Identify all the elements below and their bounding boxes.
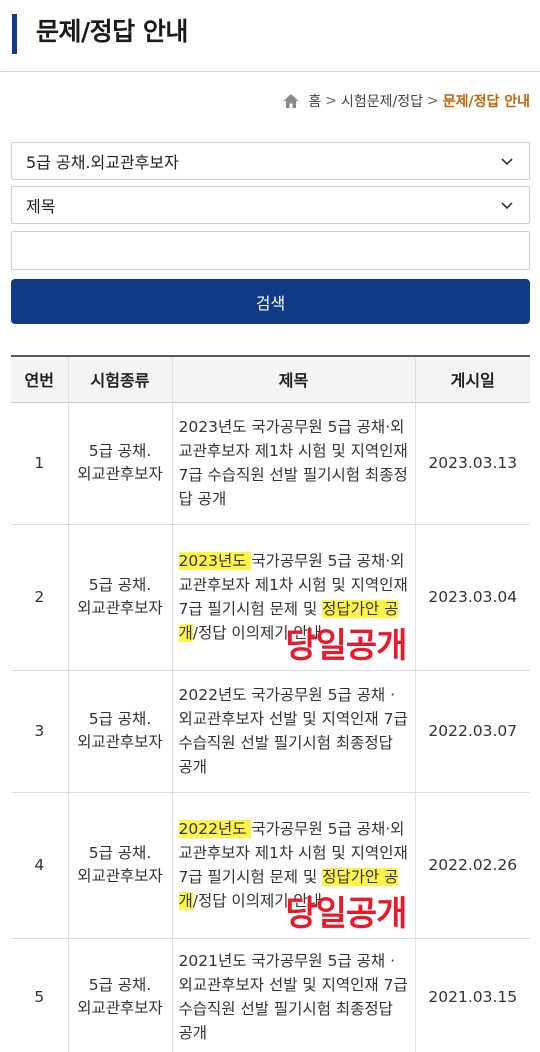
post-title-link[interactable]: 2023년도 국가공무원 5급 공채·외교관후보자 제1차 시험 및 지역인재 …: [171, 524, 415, 671]
row-number: 2: [11, 524, 68, 671]
table-row[interactable]: 5 5급 공채. 외교관후보자 2021년도 국가공무원 5급 공채 · 외교관후…: [11, 938, 530, 1052]
post-title-link[interactable]: 2023년도 국가공무원 5급 공채·외교관후보자 제1차 시험 및 지역인재 …: [171, 402, 415, 525]
same-day-release-annotation: 당일공개: [285, 893, 407, 934]
post-date: 2023.03.04: [414, 524, 530, 671]
exam-type-line1: 5급 공채.: [88, 844, 152, 862]
exam-type-line1: 5급 공채.: [88, 442, 152, 460]
column-header-no: 연번: [11, 355, 68, 403]
breadcrumb: 홈 > 시험문제/정답 > 문제/정답 안내: [282, 88, 530, 114]
column-header-date: 게시일: [414, 355, 530, 403]
exam-type-select-value: 5급 공채.외교관후보자: [26, 153, 179, 172]
post-date: 2021.03.15: [414, 938, 530, 1052]
post-date: 2023.03.13: [414, 402, 530, 525]
table-row[interactable]: 2 5급 공채. 외교관후보자 2023년도 국가공무원 5급 공채·외교관후보자…: [11, 524, 530, 671]
chevron-down-icon: [501, 202, 513, 210]
breadcrumb-separator: >: [426, 93, 439, 109]
exam-type-line2: 외교관후보자: [77, 999, 163, 1017]
post-title-text: 2021년도 국가공무원 5급 공채 · 외교관후보자 선발 및 지역인재 7급…: [178, 952, 408, 1042]
exam-type-line1: 5급 공채.: [88, 576, 152, 594]
exam-type-line2: 외교관후보자: [77, 599, 163, 617]
same-day-release-annotation: 당일공개: [285, 625, 407, 666]
row-number: 1: [11, 402, 68, 525]
page-header: 문제/정답 안내: [0, 0, 540, 72]
table-row[interactable]: 3 5급 공채. 외교관후보자 2022년도 국가공무원 5급 공채 · 외교관후…: [11, 670, 530, 793]
exam-type-cell: 5급 공채. 외교관후보자: [67, 938, 172, 1052]
search-input[interactable]: [11, 231, 530, 270]
table-header-row: 연번 시험종류 제목 게시일: [11, 355, 530, 403]
highlighted-year: 2022년도: [178, 820, 252, 838]
search-field-select-value: 제목: [26, 197, 56, 216]
exam-type-cell: 5급 공채. 외교관후보자: [67, 402, 172, 525]
table-row[interactable]: 4 5급 공채. 외교관후보자 2022년도 국가공무원 5급 공채·외교관후보자…: [11, 792, 530, 939]
title-accent-bar: [12, 14, 17, 54]
highlighted-year: 2023년도: [178, 552, 252, 570]
exam-type-line2: 외교관후보자: [77, 733, 163, 751]
row-number: 5: [11, 938, 68, 1052]
breadcrumb-level1[interactable]: 시험문제/정답: [341, 91, 423, 111]
post-title-link[interactable]: 2021년도 국가공무원 5급 공채 · 외교관후보자 선발 및 지역인재 7급…: [171, 938, 415, 1052]
row-number: 3: [11, 670, 68, 793]
exam-type-cell: 5급 공채. 외교관후보자: [67, 792, 172, 939]
post-title-text: 2022년도 국가공무원 5급 공채 · 외교관후보자 선발 및 지역인재 7급…: [178, 686, 408, 776]
table-row[interactable]: 1 5급 공채. 외교관후보자 2023년도 국가공무원 5급 공채·외교관후보자…: [11, 402, 530, 525]
breadcrumb-current: 문제/정답 안내: [442, 94, 530, 110]
post-title-text: 2023년도 국가공무원 5급 공채·외교관후보자 제1차 시험 및 지역인재 …: [178, 418, 408, 508]
breadcrumb-separator: >: [325, 93, 337, 109]
chevron-down-icon: [501, 158, 513, 166]
search-field-select[interactable]: 제목: [11, 186, 530, 224]
post-date: 2022.03.07: [414, 670, 530, 793]
post-title-link[interactable]: 2022년도 국가공무원 5급 공채 · 외교관후보자 선발 및 지역인재 7급…: [171, 670, 415, 793]
home-icon[interactable]: [282, 92, 300, 110]
exam-type-cell: 5급 공채. 외교관후보자: [67, 524, 172, 671]
row-number: 4: [11, 792, 68, 939]
results-table: 연번 시험종류 제목 게시일 1 5급 공채. 외교관후보자 2023년도 국가공…: [11, 355, 530, 1052]
breadcrumb-home[interactable]: 홈: [308, 91, 321, 111]
exam-type-line2: 외교관후보자: [77, 465, 163, 483]
column-header-type: 시험종류: [67, 355, 172, 403]
exam-type-line1: 5급 공채.: [88, 710, 152, 728]
exam-type-cell: 5급 공채. 외교관후보자: [67, 670, 172, 793]
post-date: 2022.02.26: [414, 792, 530, 939]
exam-type-line2: 외교관후보자: [77, 867, 163, 885]
page-title: 문제/정답 안내: [36, 17, 188, 46]
exam-type-select[interactable]: 5급 공채.외교관후보자: [11, 142, 530, 180]
column-header-title: 제목: [171, 355, 415, 403]
post-title-link[interactable]: 2022년도 국가공무원 5급 공채·외교관후보자 제1차 시험 및 지역인재 …: [171, 792, 415, 939]
exam-type-line1: 5급 공채.: [88, 976, 152, 994]
search-button[interactable]: 검색: [11, 279, 530, 324]
